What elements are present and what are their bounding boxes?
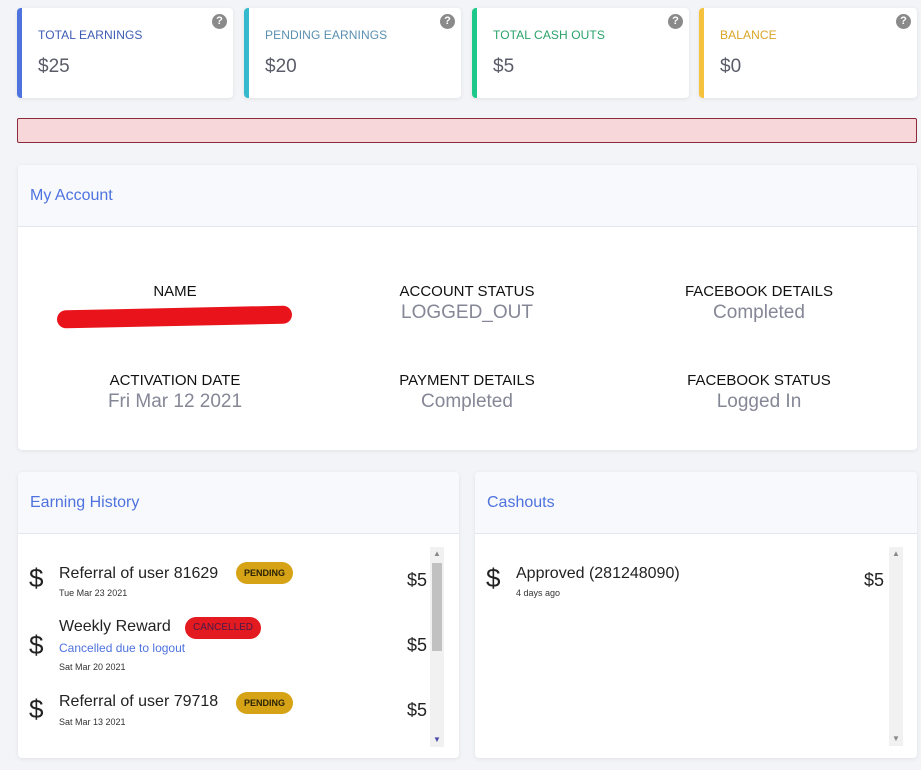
earning-title: Referral of user 79718 [59, 693, 219, 710]
stat-card-pending-earnings: PENDING EARNINGS $20 ? [244, 8, 461, 98]
account-field-name: NAME [25, 283, 325, 302]
scrollbar-thumb[interactable] [432, 563, 442, 651]
field-value: Completed [421, 391, 513, 412]
field-key: PAYMENT DETAILS [399, 372, 535, 389]
cashout-title: Approved (281248090) [516, 565, 680, 582]
account-field-activation-date: ACTIVATION DATE Fri Mar 12 2021 [25, 372, 325, 413]
earning-note: Cancelled due to logout [59, 641, 186, 655]
earning-date: Sat Mar 20 2021 [59, 662, 126, 672]
earning-history-scrollbar[interactable]: ▲ ▼ [430, 547, 444, 747]
earning-title: Referral of user 81629 [59, 565, 219, 582]
stat-card-accent [17, 8, 22, 98]
dollar-icon: $ [486, 563, 501, 593]
earning-date: Sat Mar 13 2021 [59, 717, 126, 727]
help-icon[interactable]: ? [440, 14, 455, 29]
earning-amount: $5 [407, 635, 428, 655]
field-value: Logged In [716, 391, 802, 412]
field-value: Completed [713, 302, 805, 323]
panel-title: Cashouts [487, 493, 555, 511]
account-field-status: ACCOUNT STATUS LOGGED_OUT [317, 283, 617, 324]
field-key: FACEBOOK STATUS [687, 372, 831, 389]
help-icon[interactable]: ? [896, 14, 911, 29]
field-key: NAME [153, 283, 197, 300]
scroll-down-icon[interactable]: ▼ [430, 733, 444, 747]
field-key: FACEBOOK DETAILS [684, 283, 834, 300]
earning-history-list[interactable]: $ Referral of user 81629 PENDING Tue Mar… [18, 535, 459, 758]
status-badge: CANCELLED [185, 617, 262, 639]
help-icon[interactable]: ? [212, 14, 227, 29]
stat-label: PENDING EARNINGS [265, 28, 388, 42]
earning-date: Tue Mar 23 2021 [59, 588, 128, 598]
stat-value: $5 [493, 56, 515, 77]
panel-header: Earning History [18, 472, 459, 534]
earning-amount: $5 [407, 700, 428, 720]
panel-header: Cashouts [475, 472, 917, 534]
cashout-amount: $5 [864, 570, 885, 590]
dollar-icon: $ [29, 694, 44, 724]
account-field-facebook-details: FACEBOOK DETAILS Completed [609, 283, 909, 324]
stat-label: BALANCE [720, 28, 777, 42]
stat-value: $25 [38, 56, 70, 77]
stat-card-accent [699, 8, 704, 98]
panel-header: My Account [18, 165, 917, 227]
cashouts-list[interactable]: $ Approved (281248090) 4 days ago $5 ▲ ▼ [475, 535, 917, 758]
scroll-up-icon[interactable]: ▲ [430, 547, 444, 561]
cashout-date: 4 days ago [516, 588, 561, 598]
stat-value: $20 [265, 56, 297, 77]
stat-card-total-cash-outs: TOTAL CASH OUTS $5 ? [472, 8, 689, 98]
stat-card-accent [244, 8, 249, 98]
account-field-payment-details: PAYMENT DETAILS Completed [317, 372, 617, 413]
stat-value: $0 [720, 56, 742, 77]
help-icon[interactable]: ? [668, 14, 683, 29]
stat-card-accent [472, 8, 477, 98]
stat-card-balance: BALANCE $0 ? [699, 8, 917, 98]
earning-title: Weekly Reward [59, 618, 171, 635]
stat-label: TOTAL CASH OUTS [493, 28, 605, 42]
scroll-up-icon[interactable]: ▲ [889, 547, 903, 561]
status-badge: PENDING [236, 562, 294, 584]
scroll-down-icon[interactable]: ▼ [889, 732, 903, 746]
stat-card-total-earnings: TOTAL EARNINGS $25 ? [17, 8, 233, 98]
field-value: Fri Mar 12 2021 [107, 391, 243, 412]
panel-title: My Account [30, 186, 113, 204]
alert-banner [17, 118, 917, 143]
earning-amount: $5 [407, 570, 428, 590]
field-value: LOGGED_OUT [401, 302, 533, 323]
dollar-icon: $ [29, 630, 44, 660]
field-key: ACCOUNT STATUS [399, 283, 535, 300]
dollar-icon: $ [29, 563, 44, 593]
account-field-facebook-status: FACEBOOK STATUS Logged In [609, 372, 909, 413]
status-badge: PENDING [236, 692, 294, 714]
field-key: ACTIVATION DATE [109, 372, 241, 389]
earning-history-panel: Earning History $ Referral of user 81629… [18, 472, 459, 758]
panel-title: Earning History [30, 493, 140, 511]
cashouts-panel: Cashouts $ Approved (281248090) 4 days a… [475, 472, 917, 758]
stat-label: TOTAL EARNINGS [38, 28, 143, 42]
cashouts-scrollbar[interactable]: ▲ ▼ [889, 547, 903, 746]
